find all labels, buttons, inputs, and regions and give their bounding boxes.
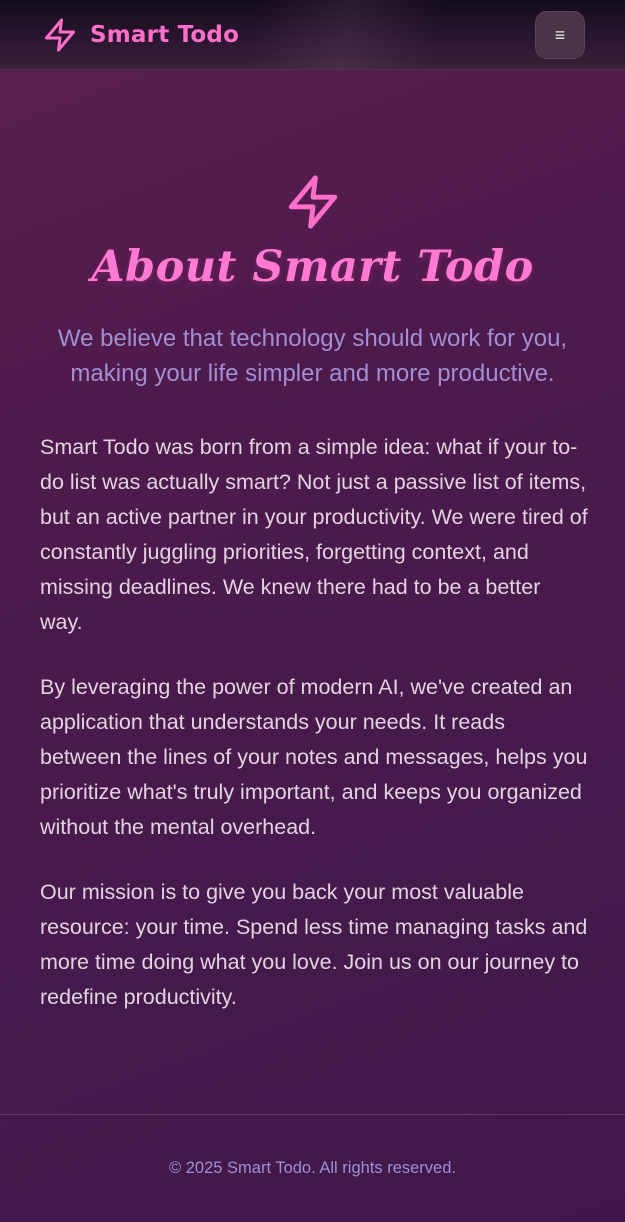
- about-paragraph-ai: By leveraging the power of modern AI, we…: [40, 675, 588, 839]
- brand-name: Smart Todo: [90, 22, 240, 48]
- about-paragraph-mission: Our mission is to give you back your mos…: [40, 880, 588, 1009]
- app-header: Smart Todo ≡: [0, 0, 625, 70]
- page-subtitle: We believe that technology should work f…: [57, 325, 568, 387]
- brand-logo-link[interactable]: Smart Todo: [42, 16, 239, 54]
- hamburger-menu-button[interactable]: ≡: [535, 11, 585, 59]
- page-footer: © 2025 Smart Todo. All rights reserved.: [0, 1114, 625, 1222]
- copyright-text: © 2025 Smart Todo. All rights reserved.: [169, 1159, 456, 1177]
- hamburger-menu-icon: ≡: [554, 24, 566, 45]
- lightning-bolt-icon: [42, 16, 78, 54]
- lightning-bolt-icon: [284, 172, 342, 232]
- page-title: About Smart Todo: [91, 242, 534, 292]
- about-paragraph-origin: Smart Todo was born from a simple idea: …: [40, 435, 588, 634]
